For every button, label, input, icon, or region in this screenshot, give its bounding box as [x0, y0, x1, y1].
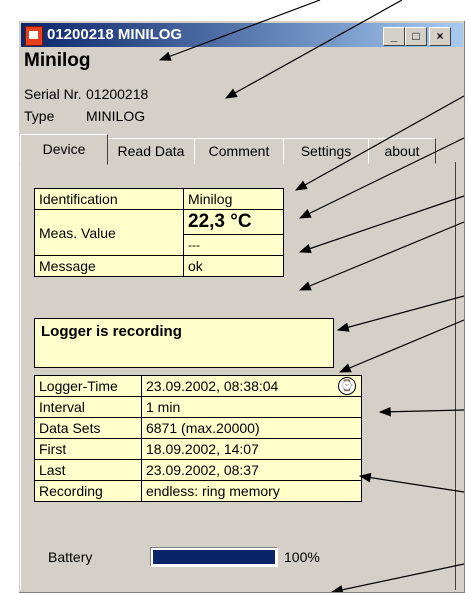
arrow-line — [224, 0, 403, 99]
arrow-line — [298, 221, 465, 291]
arrow-line — [336, 295, 465, 332]
arrow-line — [330, 563, 465, 592]
annotation-arrows — [158, 0, 465, 592]
arrow-line — [298, 195, 465, 254]
arrow-line — [378, 406, 465, 417]
arrow-line — [338, 319, 465, 373]
arrow-line — [158, 0, 321, 61]
tab-device[interactable]: Device — [20, 134, 108, 165]
arrow-line — [298, 137, 465, 219]
arrow-line — [358, 472, 465, 493]
arrow-line — [294, 95, 465, 191]
